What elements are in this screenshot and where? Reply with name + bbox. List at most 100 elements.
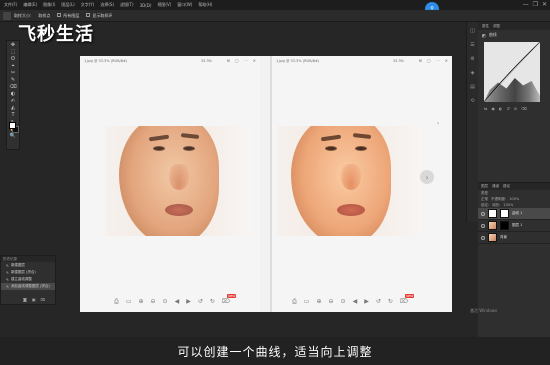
frame-icon[interactable]: ▭ [304,298,310,306]
rotate-right-icon[interactable]: ↻ [210,298,215,306]
toggle-icon[interactable]: ⊘ [514,106,517,111]
previous-icon[interactable]: ◀ [353,298,358,306]
history-row[interactable]: ✎ 建立曲线调整 [1,276,55,283]
minimize-button[interactable]: — [523,1,529,8]
menu-type[interactable]: 文字(Y) [81,2,95,8]
tab-channels[interactable]: 通道 [492,184,499,189]
visibility-eye-icon[interactable] [481,235,485,240]
tab-properties[interactable]: 属性 [482,24,489,29]
next-image-button[interactable]: › [420,170,434,184]
pen-tool-icon[interactable]: ✍ [7,97,19,104]
print-icon[interactable]: ⎙ [292,298,297,306]
fit-icon[interactable]: ⊙ [163,298,168,306]
panel-icon[interactable]: ▤ [470,84,475,90]
opacity-value[interactable]: 100% [509,197,519,201]
zoom-tool-icon[interactable]: 🔍 [7,132,19,139]
zoom-out-icon[interactable]: ⊖ [151,298,156,306]
fill-value[interactable]: 100% [503,203,513,207]
history-row-selected[interactable]: ✎ 添加曲线调整图层 (拼合) [1,283,55,290]
grid-icon[interactable]: ⊞ [227,58,230,63]
menu-file[interactable]: 文件(F) [4,2,17,8]
delete-icon[interactable]: ⌫ [521,106,527,111]
shape-tool-icon[interactable]: ◭ [7,104,19,111]
grid-icon[interactable]: ⊞ [419,58,422,63]
show-ring-label: 显示取样环 [92,12,113,18]
brush-tool-icon[interactable]: ✎ [7,76,19,83]
panel-icon[interactable]: ◫ [470,28,475,34]
layer-row-background[interactable]: 背景 [478,232,550,244]
menu-window[interactable]: 窗口(W) [177,2,192,8]
foreground-color-swatch[interactable] [9,122,16,129]
history-row[interactable]: ✎ 新建图层 [1,262,55,269]
curves-graph[interactable] [484,42,540,102]
frame-icon[interactable]: ▢ [235,58,239,63]
close-icon[interactable]: ✕ [445,58,448,63]
new-document-icon[interactable]: ▣ [32,297,36,302]
camera-icon[interactable]: ◙ [23,297,27,302]
menu-edit[interactable]: 编辑(E) [23,2,37,8]
menu-image[interactable]: 图像(I) [43,2,55,8]
next-icon[interactable]: ▶ [364,298,369,306]
tab-layers[interactable]: 图层 [481,184,488,189]
rotate-left-icon[interactable]: ↺ [198,298,203,306]
blend-mode-select[interactable]: 正常 [481,197,488,202]
eye [153,146,165,151]
trash-icon[interactable]: ⌧ [41,297,46,302]
frame-icon[interactable]: ▭ [126,298,132,306]
panel-icon[interactable]: ☰ [470,42,474,48]
mask-icon[interactable]: ◐ [499,106,503,111]
previous-icon[interactable]: ◀ [175,298,180,306]
zoom-in-icon[interactable]: ⊕ [138,298,143,306]
lasso-tool-icon[interactable]: ʘ [7,55,19,62]
all-layers-option[interactable]: 所有图层 [57,12,79,19]
rotate-right-icon[interactable]: ↻ [388,298,393,306]
sample-size-select[interactable]: 取样点 [38,13,50,19]
eraser-tool-icon[interactable]: ⌫ [7,83,19,90]
swap-icon[interactable]: ⇆ [484,106,487,111]
home-icon[interactable] [3,12,11,20]
slice-tool-icon[interactable]: ✂ [7,69,19,76]
dodge-tool-icon[interactable]: ◐ [7,90,19,97]
layer-row-curves[interactable]: 曲线 1 [478,208,550,220]
tab-paths[interactable]: 路径 [503,184,510,189]
menu-layer[interactable]: 图层(L) [61,2,74,8]
frame-icon[interactable]: ▢ [427,58,431,63]
zoom-out-icon[interactable]: ⊖ [329,298,334,306]
reset-icon[interactable]: ↺ [506,106,509,111]
history-row[interactable]: ✎ 新建图层 (拼合) [1,269,55,276]
mask-thumbnail [500,209,509,218]
layer-row-layer1[interactable]: 图层 1 [478,220,550,232]
chevron-right-icon[interactable]: › [437,120,439,127]
visibility-eye-icon[interactable] [481,223,485,228]
visibility-eye-icon[interactable] [481,211,485,216]
visibility-icon[interactable]: ◉ [491,106,495,111]
panel-icon[interactable]: ⚙ [470,56,474,62]
menu-3d[interactable]: 3D(D) [140,3,152,8]
more-icon[interactable]: ⋯ [436,58,440,63]
tab-adjustments[interactable]: 调整 [493,24,500,29]
show-ring-option[interactable]: 显示取样环 [86,12,113,19]
zoom-in-icon[interactable]: ⊕ [316,298,321,306]
fit-icon[interactable]: ⊙ [341,298,346,306]
edit-icon[interactable]: ⌦ NEW [400,294,415,306]
menu-filter[interactable]: 滤镜(T) [120,2,134,8]
panel-icon[interactable]: ⟲ [470,98,474,104]
menu-select[interactable]: 选择(S) [100,2,114,8]
next-icon[interactable]: ▶ [186,298,191,306]
close-button[interactable]: ✕ [542,1,547,8]
more-icon[interactable]: ⋯ [244,58,248,63]
menu-view[interactable]: 视图(V) [157,2,171,8]
type-tool-icon[interactable]: T [7,111,19,118]
panel-icon[interactable]: ◈ [471,70,475,76]
print-icon[interactable]: ⎙ [114,298,119,306]
marquee-tool-icon[interactable]: ⬚ [7,48,19,55]
kind-label[interactable]: 类型 [481,191,488,196]
edit-icon[interactable]: ⌦ NEW [222,294,237,306]
menu-help[interactable]: 帮助(H) [198,2,212,8]
zoom-label: 33.3% [200,59,212,63]
restore-button[interactable]: ❐ [533,1,538,8]
crop-tool-icon[interactable]: ⌖ [7,62,19,69]
close-icon[interactable]: ✕ [253,58,256,63]
image-viewer: 1.jpg @ 33.3% (RGB/8#) 33.3% ⊞ ▢ ⋯ ✕ ⎙ ▭… [80,56,452,312]
rotate-left-icon[interactable]: ↺ [376,298,381,306]
